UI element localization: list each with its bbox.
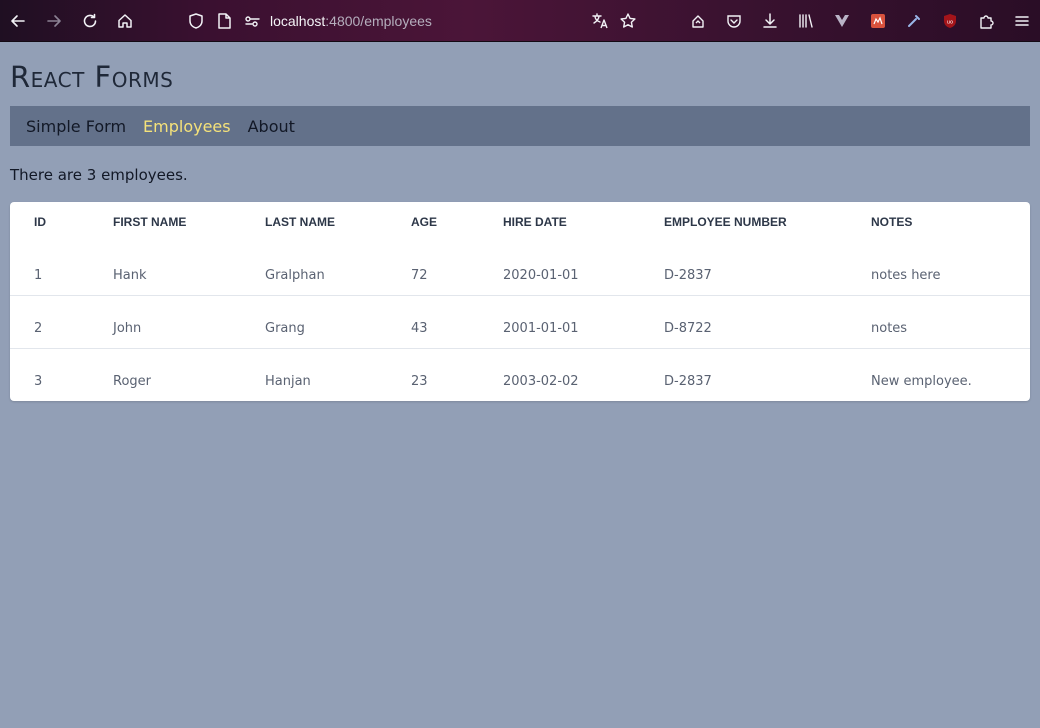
ublock-icon[interactable]: uo (938, 9, 962, 33)
column-header-hire-date: HIRE DATE (503, 215, 567, 229)
column-header-notes: NOTES (871, 215, 913, 229)
employee-count-text: There are 3 employees. (10, 166, 188, 184)
shield-icon[interactable] (184, 9, 208, 33)
extension-red-icon[interactable] (866, 9, 890, 33)
table-header-row: ID FIRST NAME LAST NAME AGE HIRE DATE EM… (10, 202, 1030, 242)
cell-hire-date: 2020-01-01 (503, 267, 579, 283)
cell-first-name: Hank (113, 267, 147, 283)
home-icon[interactable] (113, 9, 137, 33)
translate-icon[interactable] (588, 9, 612, 33)
url-host: localhost (270, 13, 326, 29)
page-icon[interactable] (212, 9, 236, 33)
column-header-id: ID (34, 215, 46, 229)
pocket-icon[interactable] (722, 9, 746, 33)
cell-age: 72 (411, 267, 428, 283)
cell-id: 2 (10, 294, 113, 348)
table-row: 3 Roger Hanjan 23 2003-02-02 D-2837 New … (10, 347, 1030, 401)
nav-item-about[interactable]: About (248, 117, 295, 136)
table-row: 1 Hank Gralphan 72 2020-01-01 D-2837 not… (10, 242, 1030, 295)
cell-age: 43 (411, 294, 503, 348)
cell-last-name: Hanjan (265, 347, 411, 401)
nav-item-employees[interactable]: Employees (143, 117, 231, 136)
cell-first-name: Roger (113, 347, 265, 401)
table-row: 2 John Grang 43 2001-01-01 D-8722 notes (10, 294, 1030, 348)
bookmark-star-icon[interactable] (616, 9, 640, 33)
extensions-puzzle-icon[interactable] (974, 9, 998, 33)
cell-last-name: Grang (265, 294, 411, 348)
cell-id: 3 (10, 347, 113, 401)
back-icon[interactable] (6, 9, 30, 33)
cell-employee-number: D-8722 (664, 294, 871, 348)
reload-icon[interactable] (78, 9, 102, 33)
cell-age: 23 (411, 347, 503, 401)
svg-text:uo: uo (947, 20, 953, 26)
column-header-age: AGE (411, 215, 438, 229)
column-header-last-name: LAST NAME (265, 215, 335, 229)
cell-notes: notes here (871, 267, 941, 283)
download-icon[interactable] (758, 9, 782, 33)
column-header-first-name: FIRST NAME (113, 215, 187, 229)
cell-employee-number: D-2837 (664, 267, 712, 283)
cell-hire-date: 2003-02-02 (503, 347, 664, 401)
url-path: :4800/employees (325, 13, 432, 29)
browser-toolbar: localhost:4800/employees uo (0, 0, 1040, 42)
cell-hire-date: 2001-01-01 (503, 294, 664, 348)
library-icon[interactable] (794, 9, 818, 33)
eyedropper-icon[interactable] (902, 9, 926, 33)
permissions-icon[interactable] (240, 9, 264, 33)
column-header-employee-number: EMPLOYEE NUMBER (664, 215, 787, 229)
nav-item-simple-form[interactable]: Simple Form (26, 117, 126, 136)
cell-notes: notes (871, 294, 1030, 348)
forward-icon[interactable] (42, 9, 66, 33)
menu-icon[interactable] (1010, 9, 1034, 33)
cell-id: 1 (34, 267, 43, 283)
url-bar[interactable]: localhost:4800/employees (270, 13, 432, 29)
cell-first-name: John (113, 294, 265, 348)
reading-list-icon[interactable] (686, 9, 710, 33)
employees-table: ID FIRST NAME LAST NAME AGE HIRE DATE EM… (10, 202, 1030, 401)
cell-last-name: Gralphan (265, 267, 325, 283)
vue-devtools-icon[interactable] (830, 9, 854, 33)
cell-notes: New employee. (871, 347, 1030, 401)
employees-table-card: ID FIRST NAME LAST NAME AGE HIRE DATE EM… (10, 202, 1030, 401)
cell-employee-number: D-2837 (664, 347, 871, 401)
page-title: React Forms (10, 60, 174, 94)
main-nav: Simple Form Employees About (10, 106, 1030, 146)
